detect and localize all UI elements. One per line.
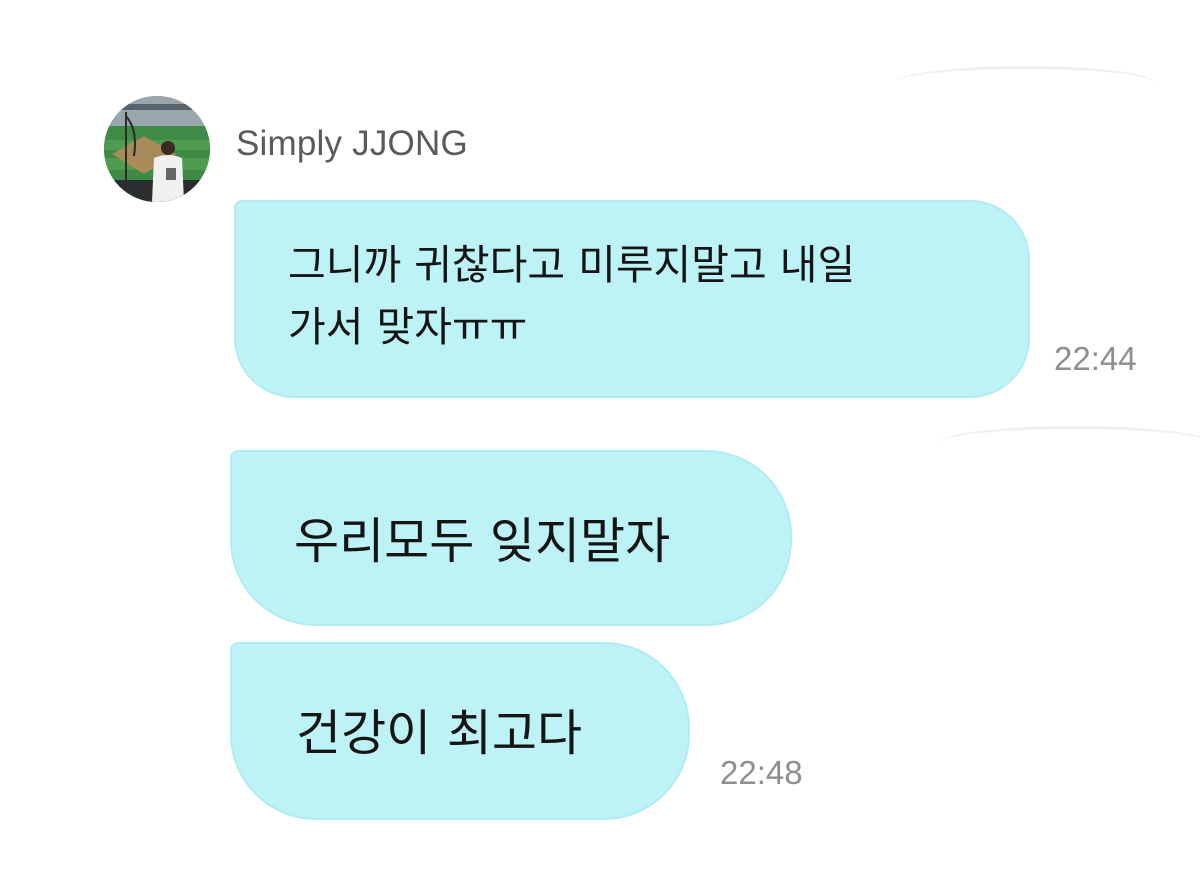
message-bubble[interactable]: 건강이 최고다 (230, 642, 690, 820)
sender-name[interactable]: Simply JJONG (236, 124, 468, 164)
message-timestamp: 22:48 (720, 754, 803, 791)
message-timestamp: 22:44 (1054, 340, 1137, 377)
message-text: 가서 맞자ㅠㅠ (288, 303, 528, 351)
message-bubble[interactable]: 그니까 귀찮다고 미루지말고 내일 가서 맞자ㅠㅠ (234, 200, 1030, 398)
message-text: 우리모두 잊지말자 (294, 513, 671, 570)
message-text: 건강이 최고다 (296, 705, 583, 762)
message-group-divider (940, 426, 1200, 443)
avatar-photo (104, 96, 210, 202)
sender-avatar[interactable] (104, 96, 210, 202)
message-bubble[interactable]: 우리모두 잊지말자 (230, 450, 792, 626)
message-text: 그니까 귀찮다고 미루지말고 내일 (288, 241, 856, 289)
message-group-divider (895, 66, 1155, 83)
